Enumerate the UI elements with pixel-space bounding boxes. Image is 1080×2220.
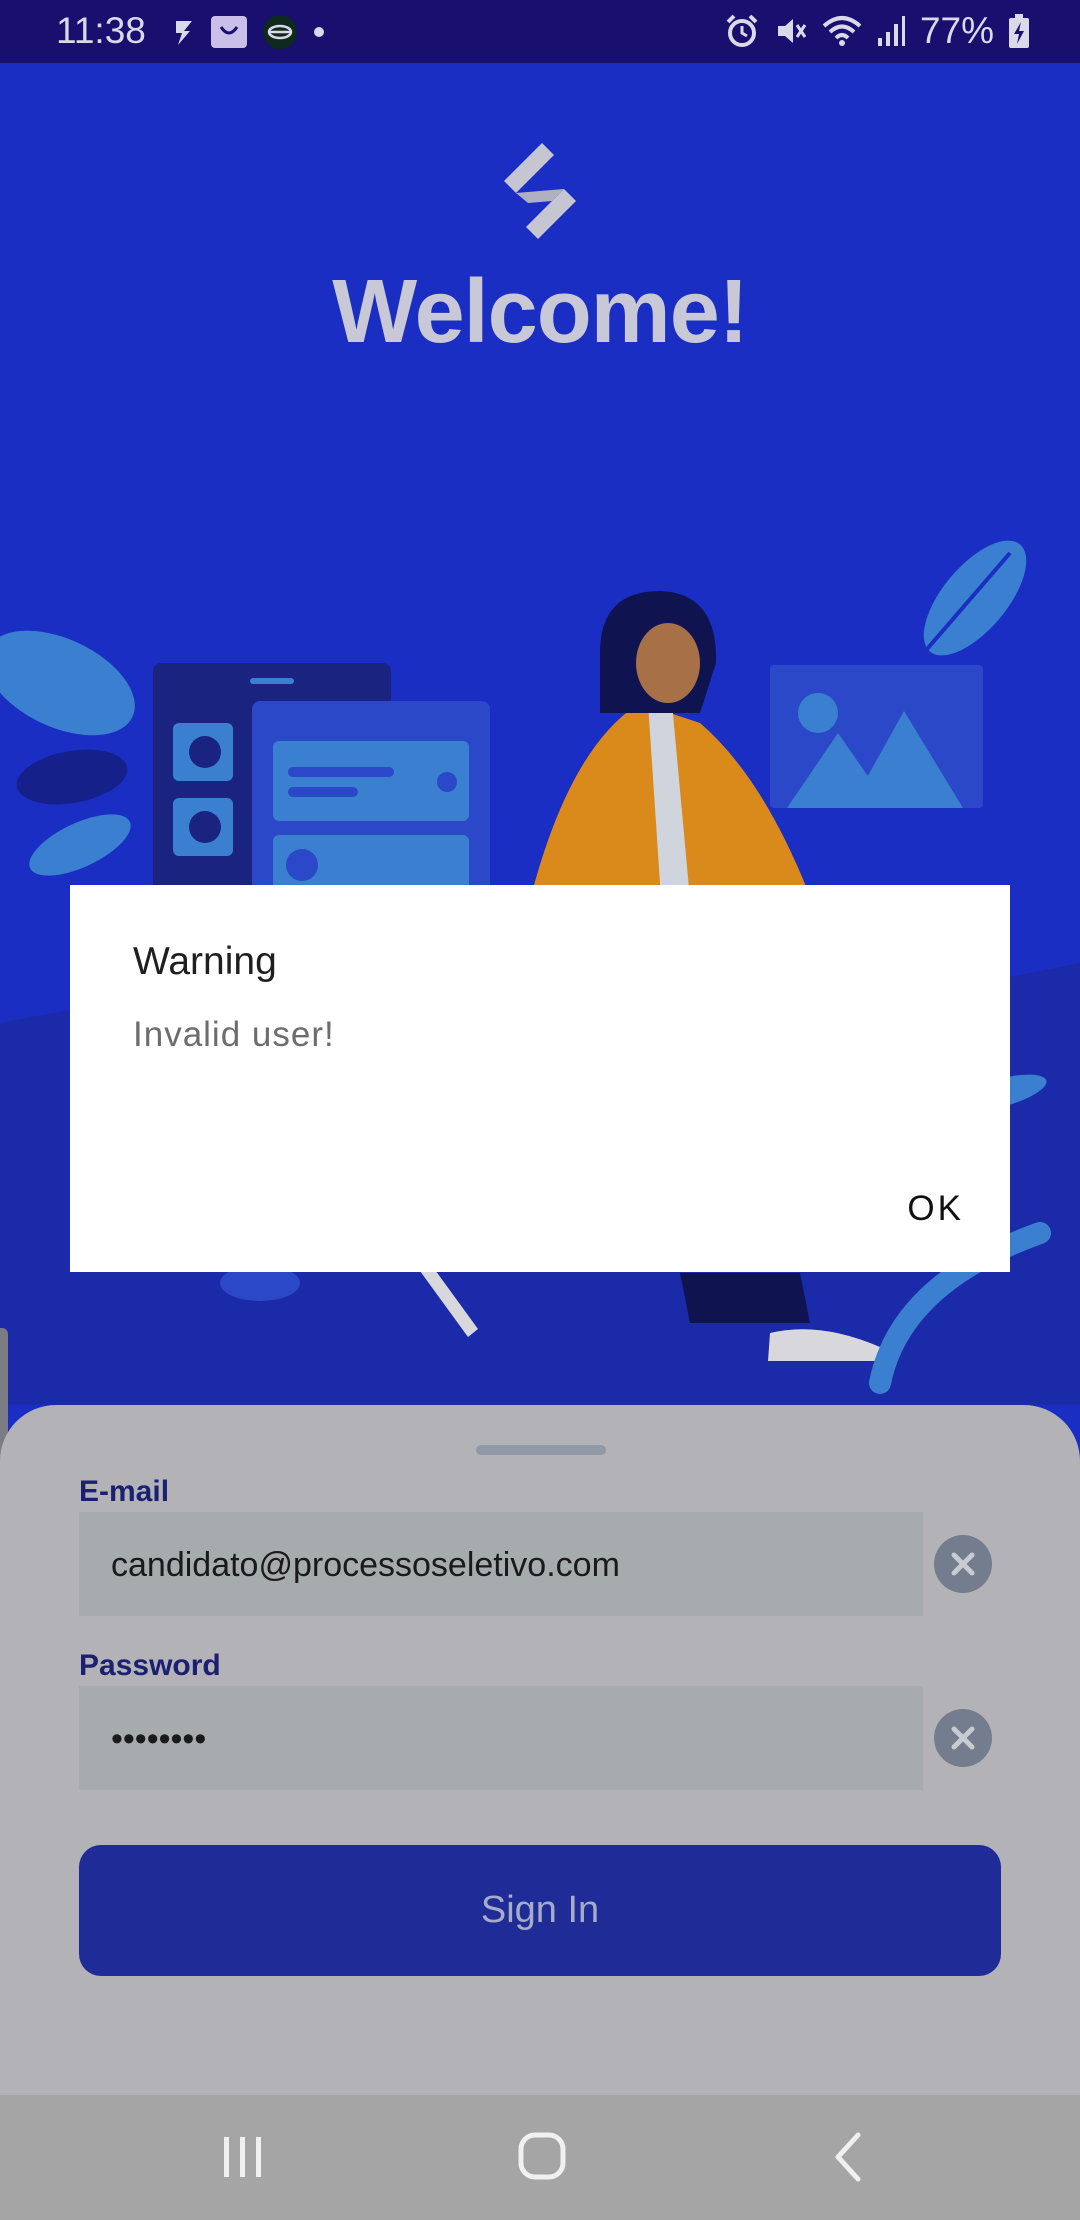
shopping-bag-icon (211, 16, 247, 48)
battery-charging-icon (1009, 14, 1029, 48)
system-status: 77% (724, 10, 1030, 52)
notification-app-icon (176, 21, 192, 45)
back-icon[interactable] (828, 2125, 868, 2189)
recent-apps-icon[interactable] (220, 2125, 266, 2189)
email-field[interactable]: candidato@processoseletivo.com (79, 1512, 923, 1616)
clear-email-button[interactable] (934, 1535, 992, 1593)
clear-icon (951, 1726, 975, 1750)
sign-in-button[interactable]: Sign In (79, 1845, 1001, 1976)
dialog-title: Warning (133, 940, 277, 983)
alarm-icon (726, 14, 758, 47)
sheet-drag-handle[interactable] (476, 1445, 606, 1455)
eye-app-icon (263, 15, 297, 49)
password-field[interactable]: •••••••• (79, 1686, 923, 1790)
mute-icon (777, 19, 807, 43)
signal-icon (877, 16, 905, 46)
home-icon[interactable] (516, 2125, 568, 2189)
warning-dialog: Warning Invalid user! OK (70, 885, 1010, 1272)
clear-icon (951, 1552, 975, 1576)
clear-password-button[interactable] (934, 1709, 992, 1767)
login-sheet: E-mail candidato@processoseletivo.com Pa… (0, 1405, 1080, 2095)
wifi-icon (822, 16, 862, 46)
battery-percent: 77% (919, 10, 994, 51)
status-time: 11:38 (56, 10, 146, 51)
email-label: E-mail (79, 1475, 170, 1508)
more-notifications-dot-icon (314, 27, 324, 37)
ok-button[interactable]: OK (897, 1185, 974, 1233)
dialog-message: Invalid user! (133, 1015, 335, 1054)
password-label: Password (79, 1649, 221, 1682)
status-bar: 11:38 77% (0, 0, 1080, 63)
notification-icons (172, 14, 326, 50)
navigation-bar (0, 2095, 1080, 2220)
